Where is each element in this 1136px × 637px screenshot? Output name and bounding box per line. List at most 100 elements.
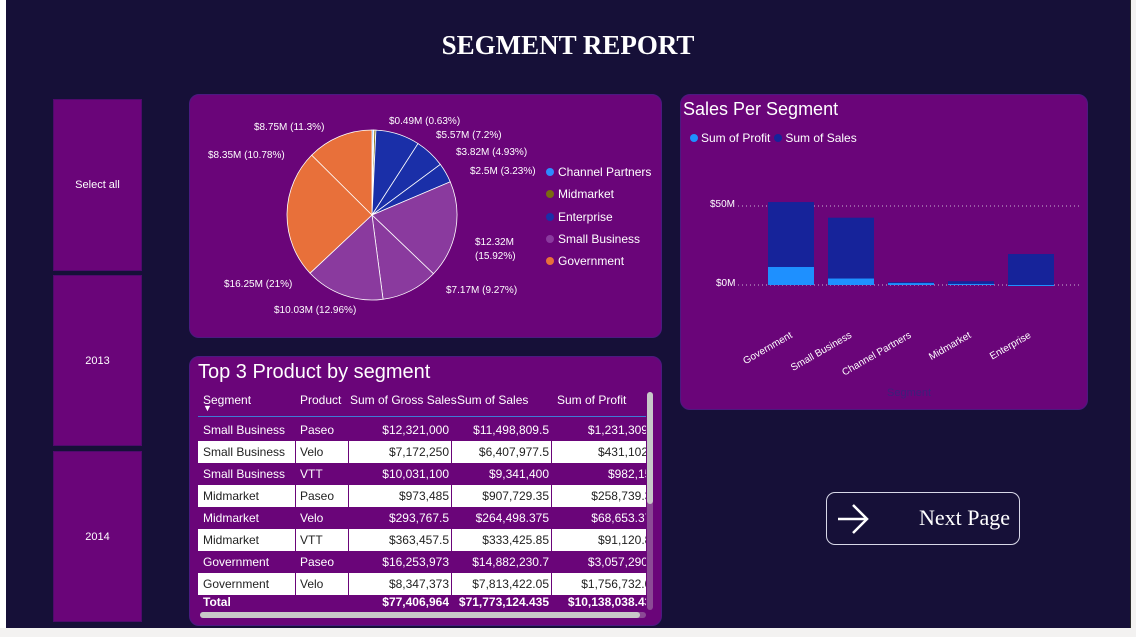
legend-label: Enterprise: [558, 210, 613, 224]
table-cell: $14,882,230.7: [472, 555, 549, 569]
table-cell: $973,485: [398, 489, 449, 503]
legend-label: Small Business: [558, 232, 641, 246]
table-row[interactable]: Small Business Paseo $12,321,000 $11,498,80…: [198, 419, 646, 441]
slicer-2014[interactable]: 2014: [53, 451, 142, 622]
column-divider: [551, 441, 552, 463]
pie-label: $10.03M (12.96%): [274, 305, 357, 316]
table-cell: Small Business: [203, 423, 286, 437]
column-divider: [551, 485, 552, 507]
pie-label: $16.25M (21%): [224, 279, 293, 290]
table-cell: Midmarket: [203, 533, 260, 547]
table-cell: Midmarket: [203, 489, 260, 503]
legend-swatch: [546, 213, 554, 221]
table-cell: $7,172,250: [388, 445, 449, 459]
pie-label: (15.92%): [475, 251, 516, 262]
table-row[interactable]: Midmarket VTT $363,457.5 $333,425.85 $91,120…: [198, 529, 646, 551]
table-cell: $1,231,309.5: [587, 423, 646, 437]
table-cell: $363,457.5: [388, 533, 449, 547]
table-cell: Velo: [300, 445, 324, 459]
column-divider: [451, 441, 452, 463]
slicer-2013[interactable]: 2013: [53, 275, 142, 446]
table-cell: $7,813,422.05: [472, 577, 549, 591]
legend-label: Midmarket: [558, 187, 615, 201]
legend-item[interactable]: Channel Partners: [546, 165, 651, 179]
table-cell: Velo: [300, 577, 324, 591]
table-cell: $907,729.35: [482, 489, 549, 503]
legend-item[interactable]: Small Business: [546, 232, 640, 246]
pie-label: $7.17M (9.27%): [446, 285, 518, 296]
sort-desc-icon: ▼: [203, 403, 212, 413]
scrollbar-thumb[interactable]: [200, 612, 640, 618]
table-row[interactable]: Midmarket Paseo $973,485 $907,729.35 $258,73…: [198, 485, 646, 507]
legend-label: Government: [558, 254, 625, 268]
table-cell: Paseo: [300, 423, 335, 437]
table-title: Top 3 Product by segment: [198, 361, 431, 383]
bar-profit[interactable]: [1008, 285, 1054, 286]
legend-item[interactable]: Government: [546, 254, 624, 268]
pie-label: $0.49M (0.63%): [389, 116, 461, 127]
table-cell: $68,653.375: [591, 511, 646, 525]
col-header-label: Sum of Profit: [557, 393, 627, 407]
table-row[interactable]: Small Business Velo $7,172,250 $6,407,977.5…: [198, 441, 646, 463]
pie-label: $8.75M (11.3%): [254, 122, 325, 133]
table-horizontal-scrollbar[interactable]: [200, 612, 646, 618]
bar-sales[interactable]: [828, 217, 874, 285]
legend-item[interactable]: Midmarket: [546, 187, 614, 201]
table-cell: $8,347,373: [388, 577, 449, 591]
legend-swatch: [546, 168, 554, 176]
total-sales: $71,773,124.435: [458, 595, 549, 609]
table-cell: VTT: [300, 533, 323, 547]
pie-label: $3.82M (4.93%): [456, 147, 528, 158]
column-divider: [348, 441, 349, 463]
table-cell: Small Business: [203, 467, 286, 481]
bar-profit[interactable]: [948, 283, 994, 285]
pie-label: $5.57M (7.2%): [436, 130, 502, 141]
col-header-label: Product: [300, 393, 342, 407]
column-divider: [551, 529, 552, 551]
pie-label: $8.35M (10.78%): [208, 150, 285, 161]
table-cell: Velo: [300, 511, 324, 525]
table-row[interactable]: Government Paseo $16,253,973 $14,882,230.7 $…: [198, 551, 646, 573]
table-cell: Midmarket: [203, 511, 260, 525]
header-divider: [198, 416, 646, 417]
x-axis-title: Segment: [887, 387, 932, 399]
table-cell: $1,756,732.05: [581, 577, 646, 591]
legend-item[interactable]: Enterprise: [546, 210, 613, 224]
next-page-button[interactable]: Next Page: [826, 492, 1020, 545]
sales-per-segment-chart[interactable]: [680, 94, 1088, 410]
table-cell: VTT: [300, 467, 323, 481]
scrollbar-thumb[interactable]: [647, 392, 653, 504]
pie-label: $2.5M (3.23%): [470, 166, 536, 177]
table-row[interactable]: Midmarket Velo $293,767.5 $264,498.375 $68,6…: [198, 507, 646, 529]
bar-profit[interactable]: [888, 283, 934, 285]
legend-swatch: [546, 190, 554, 198]
next-page-label: Next Page: [919, 505, 1011, 530]
table-cell: $264,498.375: [475, 511, 549, 525]
table-cell: Paseo: [300, 555, 335, 569]
total-gross: $77,406,964: [382, 595, 449, 609]
legend-label: Channel Partners: [558, 165, 652, 179]
slicer-select-all[interactable]: Select all: [53, 99, 142, 271]
table-cell: $10,031,100: [382, 467, 449, 481]
table-cell: $9,341,400: [488, 467, 549, 481]
table-cell: Government: [203, 555, 270, 569]
bar-profit[interactable]: [828, 278, 874, 285]
bottom-gutter: [0, 628, 1136, 637]
column-divider: [348, 529, 349, 551]
canvas-edge: [1130, 0, 1131, 628]
table-cell: $258,739.35: [591, 489, 646, 503]
table-cell: $333,425.85: [482, 533, 549, 547]
table-cell: Paseo: [300, 489, 335, 503]
column-divider: [295, 529, 296, 551]
table-cell: $6,407,977.5: [478, 445, 549, 459]
col-header-label: Sum of Sales: [457, 393, 529, 407]
table-row[interactable]: Small Business VTT $10,031,100 $9,341,400 $9…: [198, 463, 646, 485]
table-cell: Small Business: [203, 445, 286, 459]
table-vertical-scrollbar[interactable]: [647, 392, 653, 610]
col-header-label: Sum of Gross Sales: [350, 393, 457, 407]
bar-profit[interactable]: [768, 266, 814, 285]
table-cell: $3,057,290.7: [587, 555, 646, 569]
bar-sales[interactable]: [1008, 254, 1054, 285]
table-cell: $982,150: [607, 467, 646, 481]
legend-swatch: [546, 257, 554, 265]
